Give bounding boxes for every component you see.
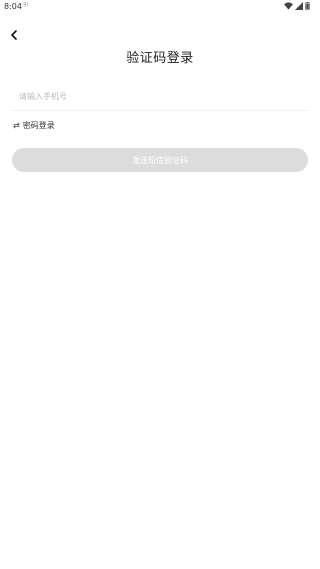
- notification-dot-icon: ☉: [22, 1, 29, 9]
- wifi-icon: [284, 2, 293, 10]
- send-sms-code-button[interactable]: 发送短信验证码: [12, 148, 308, 172]
- password-login-label: 密码登录: [22, 121, 55, 130]
- battery-icon: [305, 2, 310, 10]
- page-title: 验证码登录: [126, 51, 194, 66]
- phone-input[interactable]: [19, 88, 299, 104]
- status-time: 8:04: [4, 2, 22, 11]
- status-bar: 8:04 ☉: [0, 0, 320, 14]
- send-sms-code-label: 发送短信验证码: [132, 155, 188, 165]
- swap-icon: ⇄: [13, 120, 20, 130]
- status-icons: [284, 2, 310, 10]
- back-button[interactable]: [6, 27, 22, 43]
- password-login-link[interactable]: ⇄ 密码登录: [13, 120, 55, 131]
- chevron-left-icon: [11, 30, 17, 40]
- signal-icon: [295, 2, 303, 10]
- phone-input-row: [12, 84, 308, 111]
